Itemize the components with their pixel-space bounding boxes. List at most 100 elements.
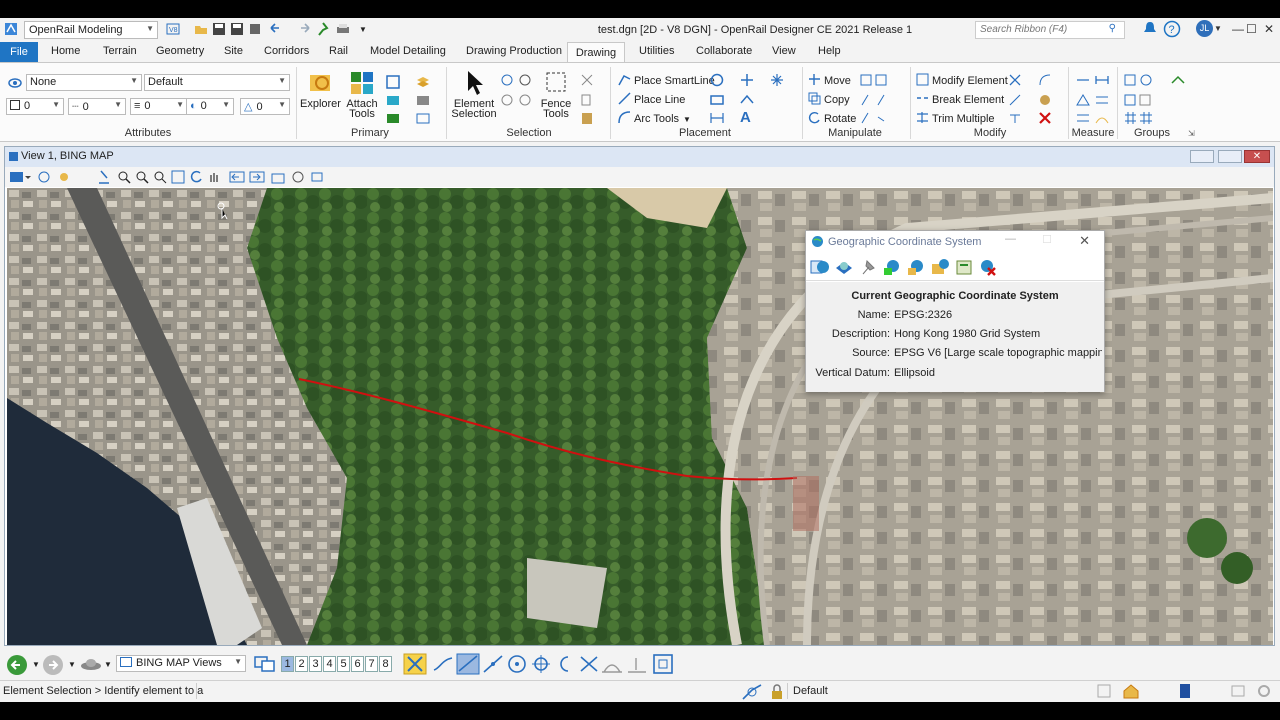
view-close-button[interactable]: ✕ [1244,150,1270,163]
back-arrow-icon[interactable] [6,654,28,679]
snap-parallel-icon[interactable] [626,654,648,677]
raster-manager-icon[interactable] [386,93,400,110]
paste-icon[interactable] [580,111,594,128]
copy-button[interactable]: Copy [808,92,850,106]
mirror-icon[interactable] [860,93,890,110]
selection-lock-icon[interactable] [518,73,532,90]
update-view-icon[interactable] [97,170,111,187]
pan-view-icon[interactable] [207,170,221,187]
text-tool-icon[interactable]: A [740,109,751,126]
measure-area-icon[interactable] [1076,93,1110,110]
snap-center-icon[interactable] [506,654,528,677]
active-level-combo[interactable]: None ▼ [26,74,142,91]
fit-view-icon[interactable] [171,170,185,187]
tab-geometry[interactable]: Geometry [156,45,204,57]
gcs-from-file-icon[interactable] [882,258,902,279]
delete-partial-icon[interactable] [1008,73,1022,90]
tab-rail[interactable]: Rail [329,45,348,57]
view-5-button[interactable]: 5 [337,656,350,672]
lighting-icon[interactable] [57,170,77,187]
place-smartline-button[interactable]: Place SmartLine [618,73,715,87]
point-tool-icon[interactable] [740,73,754,90]
snowflake-tool-icon[interactable] [770,73,784,90]
design-history-icon[interactable] [1096,683,1112,702]
saved-views-dropdown-icon[interactable]: ▼ [104,660,112,669]
tab-terrain[interactable]: Terrain [103,45,137,57]
snap-origin-icon[interactable] [530,654,552,677]
named-groups-icon[interactable] [1170,73,1190,90]
forward-arrow-icon[interactable] [42,654,64,679]
user-avatar[interactable]: JL [1196,20,1213,37]
fillet-icon[interactable] [1038,73,1052,90]
tab-collaborate[interactable]: Collaborate [696,45,752,57]
dimension-tool-icon[interactable] [710,111,724,128]
home-icon[interactable] [1122,683,1140,702]
gcs-delete-icon[interactable] [978,258,998,279]
snap-midpoint-icon[interactable] [482,654,504,677]
snap-tangent-icon[interactable] [554,654,576,677]
select-by-attributes-icon[interactable] [500,93,514,110]
trim-multiple-button[interactable]: Trim Multiple [916,111,995,125]
tab-drawing[interactable]: Drawing [567,42,625,63]
close-window-button[interactable]: ✕ [1264,22,1274,36]
app-logo-icon[interactable] [4,22,18,36]
pin-icon[interactable] [316,22,330,36]
zoom-out-icon[interactable] [135,170,149,187]
display-style-icon[interactable] [416,111,430,128]
gcs-favorites-icon[interactable] [954,258,974,279]
snap-perpendicular-icon[interactable] [600,654,624,677]
models-icon[interactable] [386,111,400,128]
tab-model-detailing[interactable]: Model Detailing [370,45,446,57]
snap-nearest-icon[interactable] [456,653,480,678]
copy-view-icon[interactable] [271,170,287,187]
snap-intersection-icon[interactable] [578,654,600,677]
snap-keypoint-icon[interactable] [432,654,454,677]
break-element-button[interactable]: Break Element [916,92,1004,106]
dialog-maximize-button[interactable]: ☐ [1042,233,1052,246]
back-dropdown-icon[interactable]: ▼ [32,660,40,669]
display-style-view-icon[interactable] [37,170,51,187]
redo-icon[interactable] [298,22,312,36]
save-icon[interactable] [212,22,226,36]
active-level-status[interactable]: Default [793,685,828,697]
help-icon[interactable]: ? [1163,20,1181,41]
snap-off-icon[interactable] [403,653,427,678]
view-previous-icon[interactable] [229,170,245,187]
references-icon[interactable] [386,75,400,92]
tab-drawing-production[interactable]: Drawing Production [466,45,562,57]
element-template-combo[interactable]: Default ▼ [144,74,290,91]
view-attributes-icon[interactable] [9,170,31,187]
view-4-button[interactable]: 4 [323,656,336,672]
saved-views-hat-icon[interactable] [80,656,102,675]
clip-volume-icon[interactable] [291,170,307,187]
cut-icon[interactable] [580,73,594,90]
open-folder-icon[interactable] [194,22,208,36]
dialog-close-button[interactable]: ✕ [1079,233,1090,249]
tab-file[interactable]: File [0,42,38,62]
view-7-button[interactable]: 7 [365,656,378,672]
saved-view-selector[interactable]: BING MAP Views ▼ [116,655,246,672]
view-maximize-button[interactable] [1218,150,1242,163]
tab-home[interactable]: Home [51,45,80,57]
maximize-window-button[interactable]: ☐ [1246,22,1257,36]
modify-element-button[interactable]: Modify Element [916,73,1008,87]
measure-volume-icon[interactable] [1076,111,1110,128]
views-layout-icon[interactable] [254,655,276,676]
extend-icon[interactable] [1008,93,1022,110]
save-settings-icon[interactable] [230,22,244,36]
print-icon[interactable] [336,22,350,36]
level-manager-icon[interactable] [416,93,430,110]
search-ribbon-input[interactable]: Search Ribbon (F4) ⚲ [975,21,1125,39]
view-minimize-button[interactable] [1190,150,1214,163]
snap-mode-settings-icon[interactable] [652,653,674,678]
attach-tools-button[interactable]: Attach Tools [342,69,382,120]
view-1-button[interactable]: 1 [281,656,294,672]
group-icon[interactable] [1124,73,1154,90]
array-icon[interactable] [860,111,890,128]
workspace-icon[interactable]: V8 [166,22,180,36]
select-all-icon[interactable] [500,73,514,90]
view-next-icon[interactable] [249,170,265,187]
workflow-selector[interactable]: OpenRail Modeling ▼ [24,21,158,39]
delete-icon[interactable] [1038,111,1052,128]
gcs-export-icon[interactable] [906,258,926,279]
